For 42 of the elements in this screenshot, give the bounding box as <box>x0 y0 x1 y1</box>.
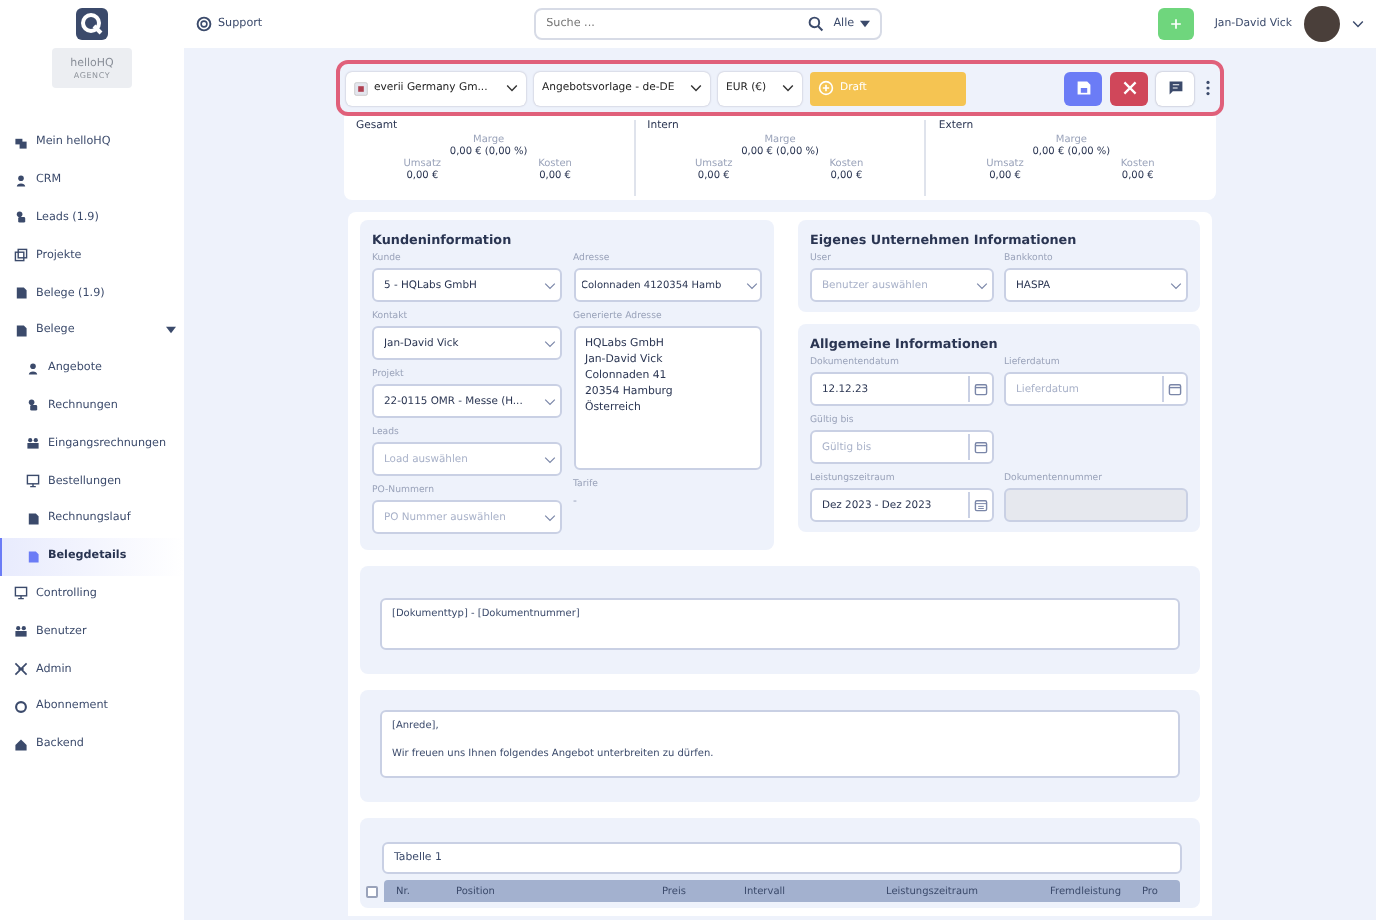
document-icon <box>26 511 40 526</box>
caret-down-icon <box>860 20 871 28</box>
chevron-down-icon <box>746 281 758 289</box>
caret-down-icon[interactable] <box>1352 20 1364 28</box>
document-icon <box>14 286 28 301</box>
lifebuoy-icon <box>196 16 212 32</box>
monitor-icon <box>26 474 40 489</box>
chevron-down-icon <box>506 84 518 92</box>
plus-circle-icon <box>818 80 834 96</box>
chevron-down-icon <box>543 339 555 347</box>
chevron-down-icon <box>543 455 555 463</box>
calendar-icon <box>1168 382 1182 396</box>
checkbox[interactable] <box>366 885 378 897</box>
chevron-down-icon <box>782 84 794 92</box>
caret-down-icon[interactable] <box>166 326 176 335</box>
people-icon <box>26 436 40 451</box>
calendar-icon <box>974 498 988 512</box>
house-icon <box>14 737 28 752</box>
calendar-icon <box>974 440 988 454</box>
logo-icon[interactable] <box>76 8 108 40</box>
chevron-down-icon <box>690 84 702 92</box>
save-button[interactable] <box>1064 71 1102 105</box>
plus-icon <box>1170 16 1183 32</box>
document-icon <box>14 323 28 338</box>
avatar[interactable] <box>1304 6 1340 42</box>
comment-button[interactable] <box>1156 71 1194 105</box>
search-icon <box>807 16 824 32</box>
chevron-down-icon <box>543 513 555 521</box>
calendar-icon <box>974 382 988 396</box>
chevron-down-icon <box>543 397 555 405</box>
monitor-icon <box>14 586 28 601</box>
close-icon <box>1121 80 1137 96</box>
flag-icon <box>354 81 368 95</box>
chevron-down-icon <box>976 281 988 289</box>
chevron-down-icon <box>543 281 555 289</box>
close-button[interactable] <box>1110 71 1148 105</box>
chevron-down-icon <box>1170 281 1182 289</box>
folders-icon <box>14 248 28 263</box>
speech-bubble-icon <box>1167 80 1183 96</box>
document-icon <box>26 549 40 564</box>
people-icon <box>14 624 28 639</box>
ring-icon <box>14 699 28 714</box>
